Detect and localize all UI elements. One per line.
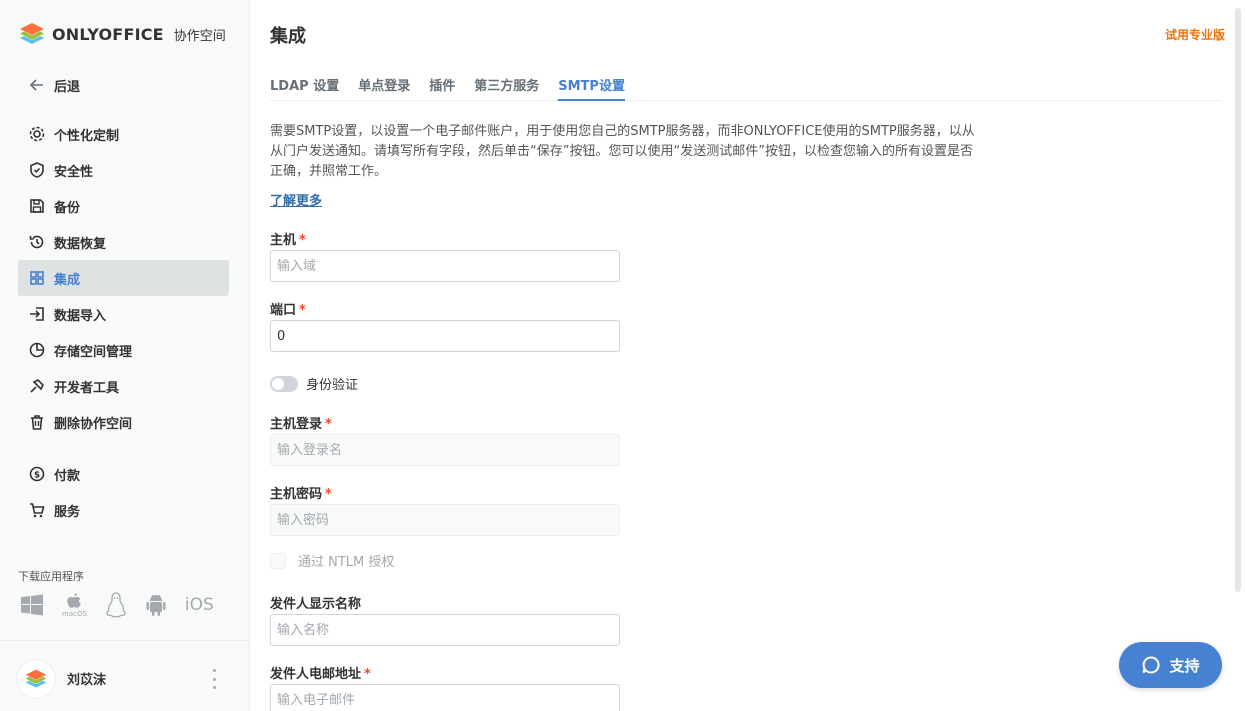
profile-footer: 刘苡沫 — [0, 640, 249, 711]
cart-icon — [28, 501, 46, 519]
port-label: 端口 * — [270, 303, 306, 318]
host-login-input[interactable] — [270, 434, 620, 466]
port-input[interactable] — [270, 320, 620, 352]
sidebar-item-delete-space[interactable]: 删除协作空间 — [18, 404, 229, 440]
sidebar-item-backup[interactable]: 备份 — [18, 188, 229, 224]
tab-ldap[interactable]: LDAP 设置 — [270, 72, 339, 101]
sidebar-item-label: 安全性 — [54, 164, 94, 180]
back-label: 后退 — [54, 79, 81, 95]
gear-icon — [28, 125, 46, 143]
sidebar-item-integration[interactable]: 集成 — [18, 260, 229, 296]
tab-smtp[interactable]: SMTP设置 — [558, 72, 625, 101]
onlyoffice-logo-icon — [20, 23, 44, 44]
sidebar-item-label: 存储空间管理 — [54, 344, 133, 360]
host-password-label: 主机密码 * — [270, 487, 332, 502]
support-label: 支持 — [1169, 656, 1200, 675]
dollar-icon: $ — [28, 465, 46, 483]
scrollbar[interactable] — [1235, 8, 1241, 592]
sidebar: ONLYOFFICE 协作空间 后退 个性化定制 安全性 备份 数据恢复 集成 … — [0, 0, 250, 711]
sidebar-item-label: 服务 — [54, 504, 81, 520]
sidebar-item-customization[interactable]: 个性化定制 — [18, 116, 229, 152]
sidebar-item-label: 删除协作空间 — [54, 416, 133, 432]
auth-toggle-row: 身份验证 — [270, 374, 358, 393]
ntlm-label: 通过 NTLM 授权 — [298, 555, 395, 570]
sidebar-item-label: 数据恢复 — [54, 236, 107, 252]
download-apps-label: 下载应用程序 — [18, 570, 84, 583]
sidebar-item-payments[interactable]: $ 付款 — [18, 456, 229, 492]
windows-icon[interactable] — [20, 592, 44, 618]
integration-tabs: LDAP 设置 单点登录 插件 第三方服务 SMTP设置 — [270, 72, 1222, 101]
auth-toggle-label: 身份验证 — [306, 378, 359, 393]
tab-plugins[interactable]: 插件 — [429, 72, 455, 101]
ntlm-checkbox[interactable] — [270, 552, 286, 569]
macos-label: macOS — [62, 610, 87, 618]
sender-name-input[interactable] — [270, 614, 620, 646]
sidebar-item-developer-tools[interactable]: 开发者工具 — [18, 368, 229, 404]
sender-name-label: 发件人显示名称 — [270, 597, 362, 612]
sender-email-input[interactable] — [270, 684, 620, 711]
smtp-description: 需要SMTP设置，以设置一个电子邮件账户，用于使用您自己的SMTP服务器，而非O… — [270, 124, 975, 179]
sidebar-item-services[interactable]: 服务 — [18, 492, 229, 528]
logo-text: ONLYOFFICE — [52, 24, 164, 44]
avatar[interactable] — [16, 659, 56, 699]
sidebar-item-import[interactable]: 数据导入 — [18, 296, 229, 332]
learn-more-link[interactable]: 了解更多 — [270, 190, 322, 209]
tab-sso[interactable]: 单点登录 — [358, 72, 410, 101]
tab-third-party[interactable]: 第三方服务 — [474, 72, 539, 101]
grid-icon — [28, 269, 46, 287]
profile-menu-icon[interactable] — [208, 669, 220, 689]
linux-icon[interactable] — [105, 592, 127, 618]
developer-icon — [28, 377, 46, 395]
sidebar-item-label: 付款 — [54, 468, 81, 484]
back-button[interactable]: 后退 — [18, 67, 229, 103]
import-icon — [28, 305, 46, 323]
sidebar-item-label: 开发者工具 — [54, 380, 120, 396]
logo-subtitle: 协作空间 — [173, 28, 226, 44]
sidebar-item-label: 个性化定制 — [54, 128, 120, 144]
support-button[interactable]: 支持 — [1119, 642, 1222, 688]
host-password-input[interactable] — [270, 504, 620, 536]
sidebar-item-label: 备份 — [54, 200, 81, 216]
auth-toggle[interactable] — [270, 375, 298, 392]
host-input[interactable] — [270, 250, 620, 282]
trial-pro-link[interactable]: 试用专业版 — [1165, 26, 1225, 43]
avatar-logo-icon — [25, 669, 47, 688]
sidebar-item-label: 数据导入 — [54, 308, 107, 324]
arrow-left-icon — [28, 76, 46, 94]
sidebar-item-security[interactable]: 安全性 — [18, 152, 229, 188]
sender-email-label: 发件人电邮地址 * — [270, 667, 371, 682]
ios-icon[interactable]: iOS — [185, 592, 214, 618]
history-icon — [28, 233, 46, 251]
sidebar-item-restore[interactable]: 数据恢复 — [18, 224, 229, 260]
pie-chart-icon — [28, 341, 46, 359]
host-login-label: 主机登录 * — [270, 417, 332, 432]
android-icon[interactable] — [145, 592, 167, 618]
svg-text:$: $ — [34, 471, 40, 481]
shield-icon — [28, 161, 46, 179]
floppy-icon — [28, 197, 46, 215]
logo[interactable]: ONLYOFFICE 协作空间 — [18, 20, 226, 48]
sidebar-item-storage[interactable]: 存储空间管理 — [18, 332, 229, 368]
trash-icon — [28, 413, 46, 431]
ntlm-row: 通过 NTLM 授权 — [270, 551, 394, 570]
page-title: 集成 — [270, 26, 306, 47]
macos-icon[interactable]: macOS — [62, 592, 87, 618]
user-name: 刘苡沫 — [67, 673, 107, 688]
host-label: 主机 * — [270, 233, 306, 248]
main-content: 集成 试用专业版 LDAP 设置 单点登录 插件 第三方服务 SMTP设置 需要… — [250, 0, 1245, 711]
chat-icon — [1143, 656, 1161, 674]
app-downloads: macOS iOS — [20, 592, 214, 618]
sidebar-item-label: 集成 — [54, 272, 81, 288]
ios-label: iOS — [184, 595, 214, 615]
